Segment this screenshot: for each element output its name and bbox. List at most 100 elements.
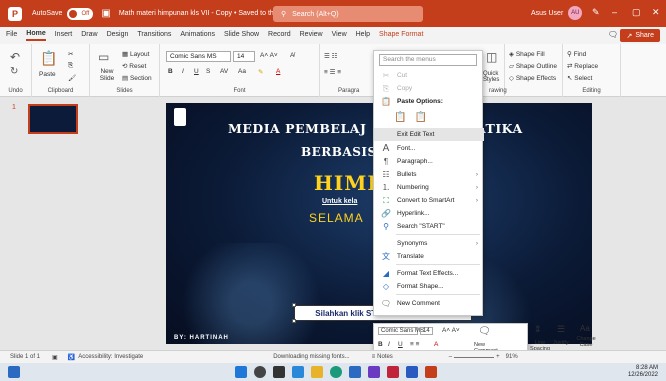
font-size-select[interactable]: 14 [233, 51, 255, 62]
tab-home[interactable]: Home [26, 30, 46, 41]
italic-button[interactable]: I [182, 68, 184, 75]
tab-file[interactable]: File [6, 31, 17, 40]
context-menu-search-input[interactable]: Search the menus [379, 54, 477, 66]
mini-italic-button[interactable]: I [388, 341, 390, 348]
tab-design[interactable]: Design [107, 31, 129, 40]
menu-item-hyperlink[interactable]: 🔗 Hyperlink... [374, 207, 484, 220]
zoom-out-icon[interactable]: – [449, 354, 452, 360]
strikethrough-button[interactable]: S [206, 68, 210, 75]
menu-item-cut[interactable]: ✂ Cut [374, 69, 484, 82]
widgets-icon[interactable] [8, 366, 20, 378]
menu-item-paragraph[interactable]: ¶ Paragraph... [374, 155, 484, 168]
redo-icon[interactable]: ↻ [10, 66, 18, 77]
font-name-select[interactable]: Comic Sans MS [166, 51, 231, 62]
select-button[interactable]: ↖ Select [567, 74, 592, 82]
file-explorer-icon[interactable] [311, 366, 323, 378]
mini-bold-button[interactable]: B [378, 341, 383, 348]
mini-grow-font-icon[interactable]: A˄ A˅ [442, 327, 460, 334]
user-account[interactable]: Asus User AU [531, 6, 583, 20]
accessibility-icon[interactable]: ♿ [68, 354, 75, 361]
save-icon[interactable]: ▣ [101, 8, 110, 19]
change-case-label[interactable]: Change Case [575, 336, 597, 348]
tab-insert[interactable]: Insert [55, 31, 73, 40]
tab-review[interactable]: Review [300, 31, 323, 40]
bullets-icon[interactable]: ☰ ☷ [324, 52, 337, 60]
tab-transitions[interactable]: Transitions [137, 31, 171, 40]
menu-item-search[interactable]: ⚲ Search "START" [374, 220, 484, 233]
find-button[interactable]: ⚲ Find [567, 50, 586, 58]
close-icon[interactable]: ✕ [652, 7, 660, 18]
notes-icon[interactable]: ≡ [372, 354, 376, 360]
grow-font-icon[interactable]: A˄ A˅ [260, 52, 278, 59]
format-painter-icon[interactable]: 🖌 [68, 74, 76, 82]
shape-outline-button[interactable]: ▱ Shape Outline [509, 62, 557, 70]
shape-effects-button[interactable]: ◇ Shape Effects [509, 74, 556, 82]
zoom-slider[interactable] [454, 356, 495, 358]
mini-font-color-icon[interactable]: A [434, 341, 438, 348]
highlight-icon[interactable]: ✎ [258, 68, 263, 76]
windows-start-icon[interactable] [235, 366, 247, 378]
justify-label[interactable]: Justify [553, 340, 569, 346]
spell-check-icon[interactable]: ▣ [52, 354, 58, 361]
menu-item-synonyms[interactable]: Synonyms › [374, 237, 484, 250]
tab-draw[interactable]: Draw [81, 31, 97, 40]
tab-animations[interactable]: Animations [180, 31, 215, 40]
menu-item-format-text-effects[interactable]: ◢ Format Text Effects... [374, 267, 484, 280]
menu-item-numbering[interactable]: ⒈ Numbering › [374, 181, 484, 194]
line-spacing-icon[interactable]: ⇕ [534, 324, 542, 335]
menu-item-format-shape[interactable]: ◇ Format Shape... [374, 280, 484, 293]
powerpoint-icon[interactable] [425, 366, 437, 378]
autosave-toggle[interactable]: Off [67, 7, 94, 20]
bold-button[interactable]: B [168, 68, 173, 75]
store-icon[interactable] [349, 366, 361, 378]
accessibility-status[interactable]: Accessibility: Investigate [78, 354, 143, 360]
tab-help[interactable]: Help [356, 31, 370, 40]
menu-item-bullets[interactable]: ☷ Bullets › [374, 168, 484, 181]
search-box[interactable]: ⚲ Search (Alt+Q) [273, 6, 423, 22]
slide-title-left[interactable]: MEDIA PEMBELAJ [228, 121, 366, 136]
mini-underline-button[interactable]: U [398, 341, 403, 348]
menu-item-exit-edit-text[interactable]: Exit Edit Text [374, 128, 484, 141]
change-case-icon[interactable]: Aa [238, 68, 246, 75]
menu-item-new-comment[interactable]: 🗨 New Comment [374, 297, 484, 310]
resize-handle[interactable] [292, 303, 296, 307]
restore-icon[interactable]: ▢ [632, 7, 641, 18]
copy-icon[interactable]: ⎘ [68, 62, 73, 70]
pen-icon[interactable]: ✎ [592, 7, 600, 18]
justify-icon[interactable]: ☰ [557, 324, 565, 335]
new-slide-button[interactable]: New Slide [96, 68, 118, 82]
shape-fill-button[interactable]: ◈ Shape Fill [509, 50, 545, 58]
slide-welcome-text[interactable]: SELAMA [309, 211, 364, 225]
task-view-icon[interactable] [273, 366, 285, 378]
paste-icon[interactable]: 📋 [40, 50, 57, 67]
slide-subtitle[interactable]: BERBASIS [301, 145, 377, 159]
resize-handle[interactable] [292, 319, 296, 323]
mini-font-size-select[interactable]: 14 [420, 327, 433, 335]
align-icon[interactable]: ≡ ☰ ≡ [324, 68, 341, 76]
mini-align-icon[interactable]: ≡ ≡ [410, 341, 419, 348]
menu-item-copy[interactable]: ⎘ Copy [374, 82, 484, 95]
zoom-level[interactable]: 91% [506, 354, 518, 360]
menu-item-font[interactable]: A Font... [374, 142, 484, 155]
clear-format-icon[interactable]: A̸ [290, 52, 294, 59]
slide-class-text[interactable]: Untuk kela [322, 198, 357, 205]
paste-keep-formatting-icon[interactable]: 📋 [394, 112, 406, 123]
document-title[interactable]: Math materi himpunan kls VII - Copy • Sa… [119, 10, 291, 17]
menu-item-translate[interactable]: 文 Translate [374, 250, 484, 263]
font-color-icon[interactable]: A [276, 68, 280, 75]
word-icon[interactable] [406, 366, 418, 378]
slide-thumbnail[interactable] [28, 104, 78, 134]
underline-button[interactable]: U [194, 68, 199, 75]
chat-icon[interactable] [292, 366, 304, 378]
spacing-icon[interactable]: AV [220, 68, 228, 75]
app-icon[interactable] [368, 366, 380, 378]
notes-button[interactable]: Notes [377, 354, 393, 360]
replace-button[interactable]: ⇄ Replace [567, 62, 598, 70]
section-button[interactable]: ▤ Section [122, 74, 152, 82]
quick-styles-icon[interactable]: ◫ [486, 50, 497, 64]
paste-text-only-icon[interactable]: 📋 [414, 112, 426, 123]
search-icon[interactable] [254, 366, 266, 378]
change-case-icon[interactable]: Aa [580, 324, 590, 333]
app-icon[interactable] [387, 366, 399, 378]
cut-icon[interactable]: ✂ [68, 50, 73, 58]
